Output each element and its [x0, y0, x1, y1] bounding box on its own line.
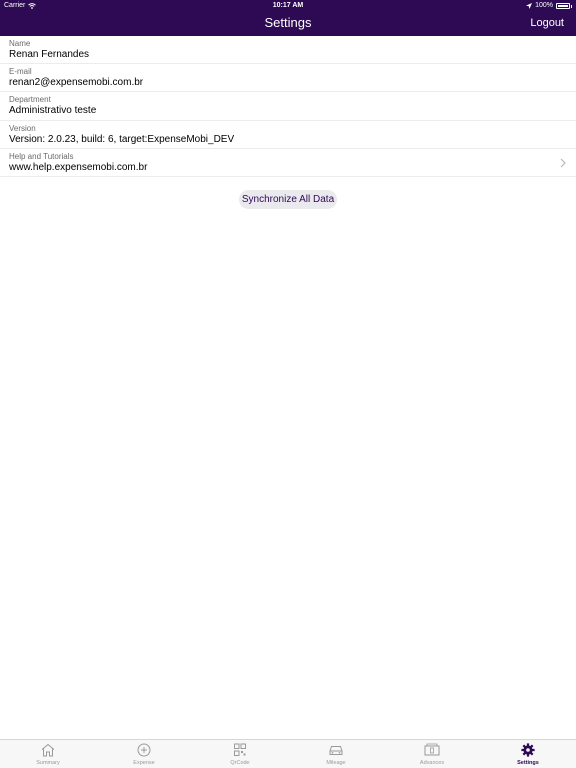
gear-icon: [521, 743, 535, 757]
row-label: Name: [9, 39, 31, 48]
tab-label: Summary: [36, 760, 60, 766]
row-value: Renan Fernandes: [9, 49, 90, 60]
row-label: E-mail: [9, 67, 32, 77]
settings-list: Name Renan Fernandes E-mail renan2@expen…: [0, 36, 576, 177]
row-label: Department: [9, 95, 51, 105]
row-name: Name Renan Fernandes: [0, 36, 576, 65]
car-icon: [329, 746, 343, 755]
cash-icon: [424, 743, 440, 756]
tab-advances[interactable]: Advances: [384, 740, 480, 768]
row-label: Help and Tutorials: [9, 151, 74, 161]
row-label: Version: [9, 123, 36, 133]
row-value: renan2@expensemobi.com.br: [9, 77, 144, 89]
row-value: www.help.expensemobi.com.br: [9, 161, 148, 173]
qrcode-icon: [234, 743, 246, 756]
location-arrow-icon: [526, 3, 533, 9]
status-time: 10:17 AM: [272, 2, 304, 9]
row-version: Version Version: 2.0.23, build: 6, targe…: [0, 121, 576, 149]
tab-summary[interactable]: Summary: [0, 740, 96, 768]
tab-mileage[interactable]: Mileage: [288, 740, 384, 768]
synchronize-all-data-button[interactable]: Synchronize All Data: [239, 190, 337, 209]
tab-label: Advances: [419, 760, 445, 766]
tab-label: QrCode: [230, 760, 250, 766]
tab-qrcode[interactable]: QrCode: [192, 740, 288, 768]
row-email: E-mail renan2@expensemobi.com.br: [0, 64, 576, 93]
row-help-tutorials[interactable]: Help and Tutorials www.help.expensemobi.…: [0, 149, 576, 177]
battery-tip: [571, 4, 572, 8]
tab-label: Expense: [133, 760, 155, 766]
tab-bar: Summary Expense QrCode Mileage Advances …: [0, 739, 576, 768]
home-icon: [41, 743, 55, 757]
chevron-right-icon: [560, 158, 566, 168]
row-value: Version: 2.0.23, build: 6, target:Expens…: [9, 133, 235, 145]
battery-icon: [556, 3, 570, 9]
plus-circle-icon: [137, 743, 151, 757]
logout-button[interactable]: Logout: [530, 14, 564, 32]
tab-label: Settings: [517, 760, 539, 766]
page-title: Settings: [264, 15, 312, 30]
tab-settings[interactable]: Settings: [480, 740, 576, 768]
header: Carrier 10:17 AM 100% Settings Logout: [0, 0, 576, 36]
status-right: 100%: [526, 0, 572, 12]
row-value: Administrativo teste: [9, 105, 97, 117]
tab-label: Mileage: [326, 760, 346, 766]
battery-percent: 100%: [535, 2, 553, 9]
tab-expense[interactable]: Expense: [96, 740, 192, 768]
status-bar: Carrier 10:17 AM 100%: [0, 0, 576, 12]
row-department: Department Administrativo teste: [0, 92, 576, 121]
